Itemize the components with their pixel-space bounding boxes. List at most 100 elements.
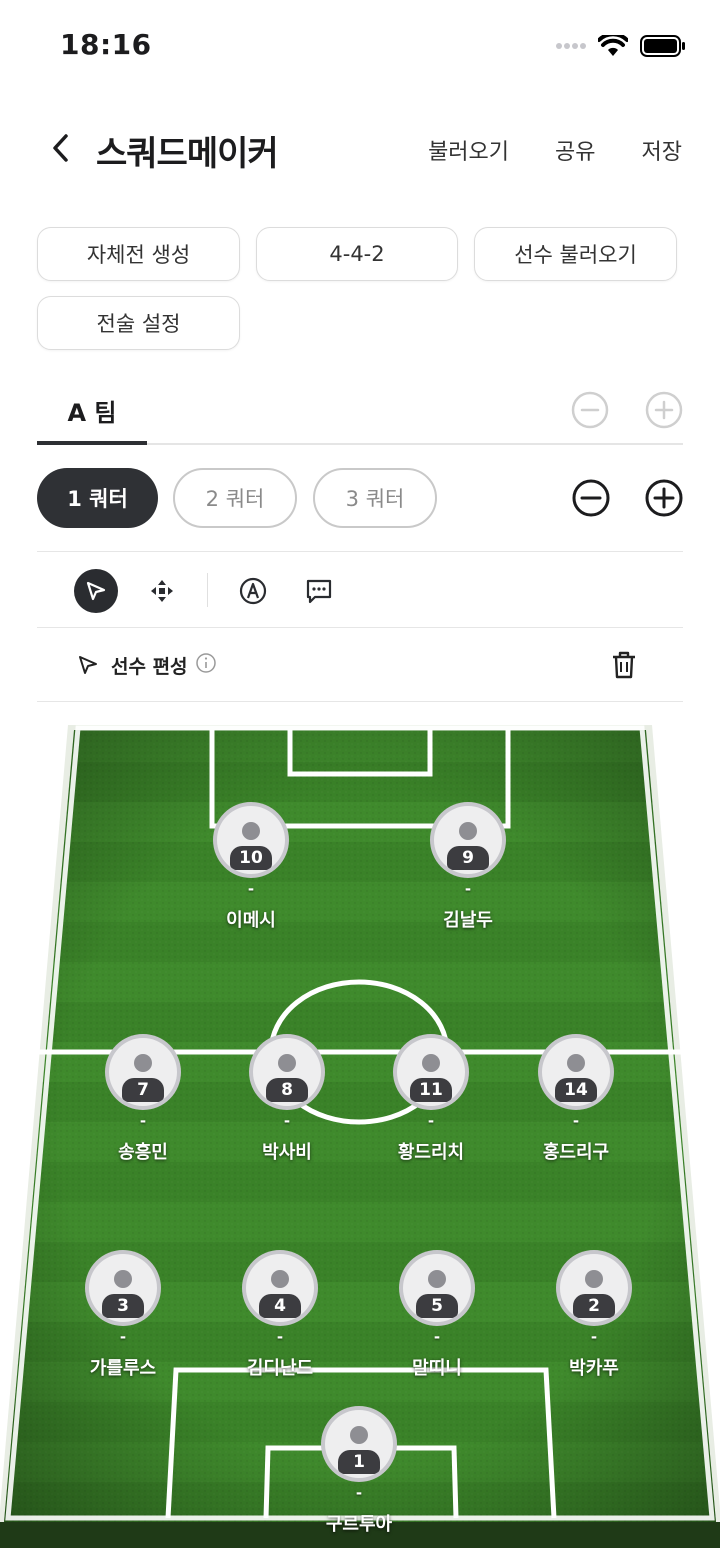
edit-mode-row: 선수 편성 (37, 636, 683, 696)
player-name: 구르투아 (325, 1514, 393, 1535)
player-avatar: 5 (399, 1250, 475, 1326)
player-number: 7 (122, 1078, 164, 1102)
player-token[interactable]: 7 - 송흥민 (68, 1034, 218, 1174)
player-number: 14 (555, 1078, 597, 1102)
player-avatar: 11 (393, 1034, 469, 1110)
player-number: 3 (102, 1294, 144, 1318)
cursor-icon (79, 656, 97, 674)
player-number: 2 (573, 1294, 615, 1318)
player-avatar: 7 (105, 1034, 181, 1110)
player-name: 송흥민 (118, 1142, 168, 1163)
formation-select[interactable]: 4-4-2 (256, 227, 458, 281)
header-actions: 불러오기 공유 저장 (428, 134, 682, 166)
player-number: 10 (230, 846, 272, 870)
back-button[interactable] (40, 128, 80, 168)
player-token[interactable]: 11 - 황드리치 (356, 1034, 506, 1174)
player-position: - (433, 1328, 441, 1346)
player-position: - (590, 1328, 598, 1346)
player-number: 8 (266, 1078, 308, 1102)
person-icon (567, 1054, 585, 1072)
player-position: - (355, 1484, 363, 1502)
player-name: 김디난드 (246, 1358, 314, 1379)
status-time: 18:16 (60, 28, 152, 61)
remove-quarter-icon[interactable] (571, 478, 611, 518)
remove-team-icon[interactable] (570, 390, 610, 430)
save-button[interactable]: 저장 (642, 134, 682, 166)
player-name: 김날두 (443, 910, 493, 931)
player-token[interactable]: 5 - 말띠니 (362, 1250, 512, 1390)
player-token[interactable]: 2 - 박카푸 (519, 1250, 669, 1390)
player-position: - (572, 1112, 580, 1130)
status-bar: 18:16 (0, 0, 720, 92)
player-position: - (283, 1112, 291, 1130)
tab-quarter-2[interactable]: 2 쿼터 (173, 468, 297, 528)
player-token[interactable]: 9 - 김날두 (393, 802, 543, 942)
info-icon[interactable] (195, 652, 217, 674)
person-icon (114, 1270, 132, 1288)
player-avatar: 9 (430, 802, 506, 878)
pen-circle-icon (239, 577, 267, 605)
create-match-button[interactable]: 자체전 생성 (37, 227, 240, 281)
player-token[interactable]: 14 - 홍드리구 (501, 1034, 651, 1174)
divider (37, 627, 683, 628)
player-position: - (139, 1112, 147, 1130)
tool-separator (207, 573, 208, 607)
move-tool-button[interactable] (140, 569, 184, 613)
player-position: - (427, 1112, 435, 1130)
player-token[interactable]: 8 - 박사비 (212, 1034, 362, 1174)
soccer-field: 10 - 이메시 9 - 김날두 7 - 송흥민 8 - 박사비 11 - 황드… (0, 722, 720, 1548)
player-avatar: 8 (249, 1034, 325, 1110)
load-players-button[interactable]: 선수 불러오기 (474, 227, 677, 281)
player-avatar: 10 (213, 802, 289, 878)
player-position: - (247, 880, 255, 898)
person-icon (350, 1426, 368, 1444)
add-team-icon[interactable] (644, 390, 684, 430)
player-avatar: 1 (321, 1406, 397, 1482)
status-icons (556, 32, 686, 60)
player-name: 박카푸 (569, 1358, 619, 1379)
trash-icon[interactable] (610, 650, 638, 680)
player-name: 박사비 (262, 1142, 312, 1163)
player-avatar: 3 (85, 1250, 161, 1326)
tab-quarter-3[interactable]: 3 쿼터 (313, 468, 437, 528)
player-number: 1 (338, 1450, 380, 1474)
player-name: 말띠니 (412, 1358, 462, 1379)
draw-tool-button[interactable] (231, 569, 275, 613)
person-icon (134, 1054, 152, 1072)
select-tool-button[interactable] (74, 569, 118, 613)
player-number: 9 (447, 846, 489, 870)
page-title: 스쿼드메이커 (96, 134, 279, 174)
cursor-icon (86, 581, 106, 601)
player-position: - (464, 880, 472, 898)
add-quarter-icon[interactable] (644, 478, 684, 518)
player-number: 4 (259, 1294, 301, 1318)
tactics-button[interactable]: 전술 설정 (37, 296, 240, 350)
edit-mode-label: 선수 편성 (111, 656, 188, 678)
player-avatar: 4 (242, 1250, 318, 1326)
chat-bubble-icon (306, 579, 332, 604)
person-icon (428, 1270, 446, 1288)
person-icon (459, 822, 477, 840)
tab-quarter-1[interactable]: 1 쿼터 (37, 468, 158, 528)
divider (37, 701, 683, 702)
player-avatar: 2 (556, 1250, 632, 1326)
tab-team-a[interactable]: A 팀 (37, 380, 147, 445)
player-position: - (119, 1328, 127, 1346)
player-token[interactable]: 4 - 김디난드 (205, 1250, 355, 1390)
comment-tool-button[interactable] (297, 569, 341, 613)
player-number: 5 (416, 1294, 458, 1318)
navigation-bar: 스쿼드메이커 불러오기 공유 저장 (0, 108, 720, 188)
player-token[interactable]: 10 - 이메시 (176, 802, 326, 942)
chevron-left-icon (53, 134, 68, 162)
player-number: 11 (410, 1078, 452, 1102)
player-position: - (276, 1328, 284, 1346)
person-icon (271, 1270, 289, 1288)
person-icon (422, 1054, 440, 1072)
share-button[interactable]: 공유 (555, 134, 595, 166)
battery-icon (640, 35, 685, 57)
load-button[interactable]: 불러오기 (428, 134, 509, 166)
player-avatar: 14 (538, 1034, 614, 1110)
player-token[interactable]: 1 - 구르투아 (284, 1406, 434, 1546)
player-token[interactable]: 3 - 가를루스 (48, 1250, 198, 1390)
team-tabs: A 팀 (37, 380, 683, 445)
